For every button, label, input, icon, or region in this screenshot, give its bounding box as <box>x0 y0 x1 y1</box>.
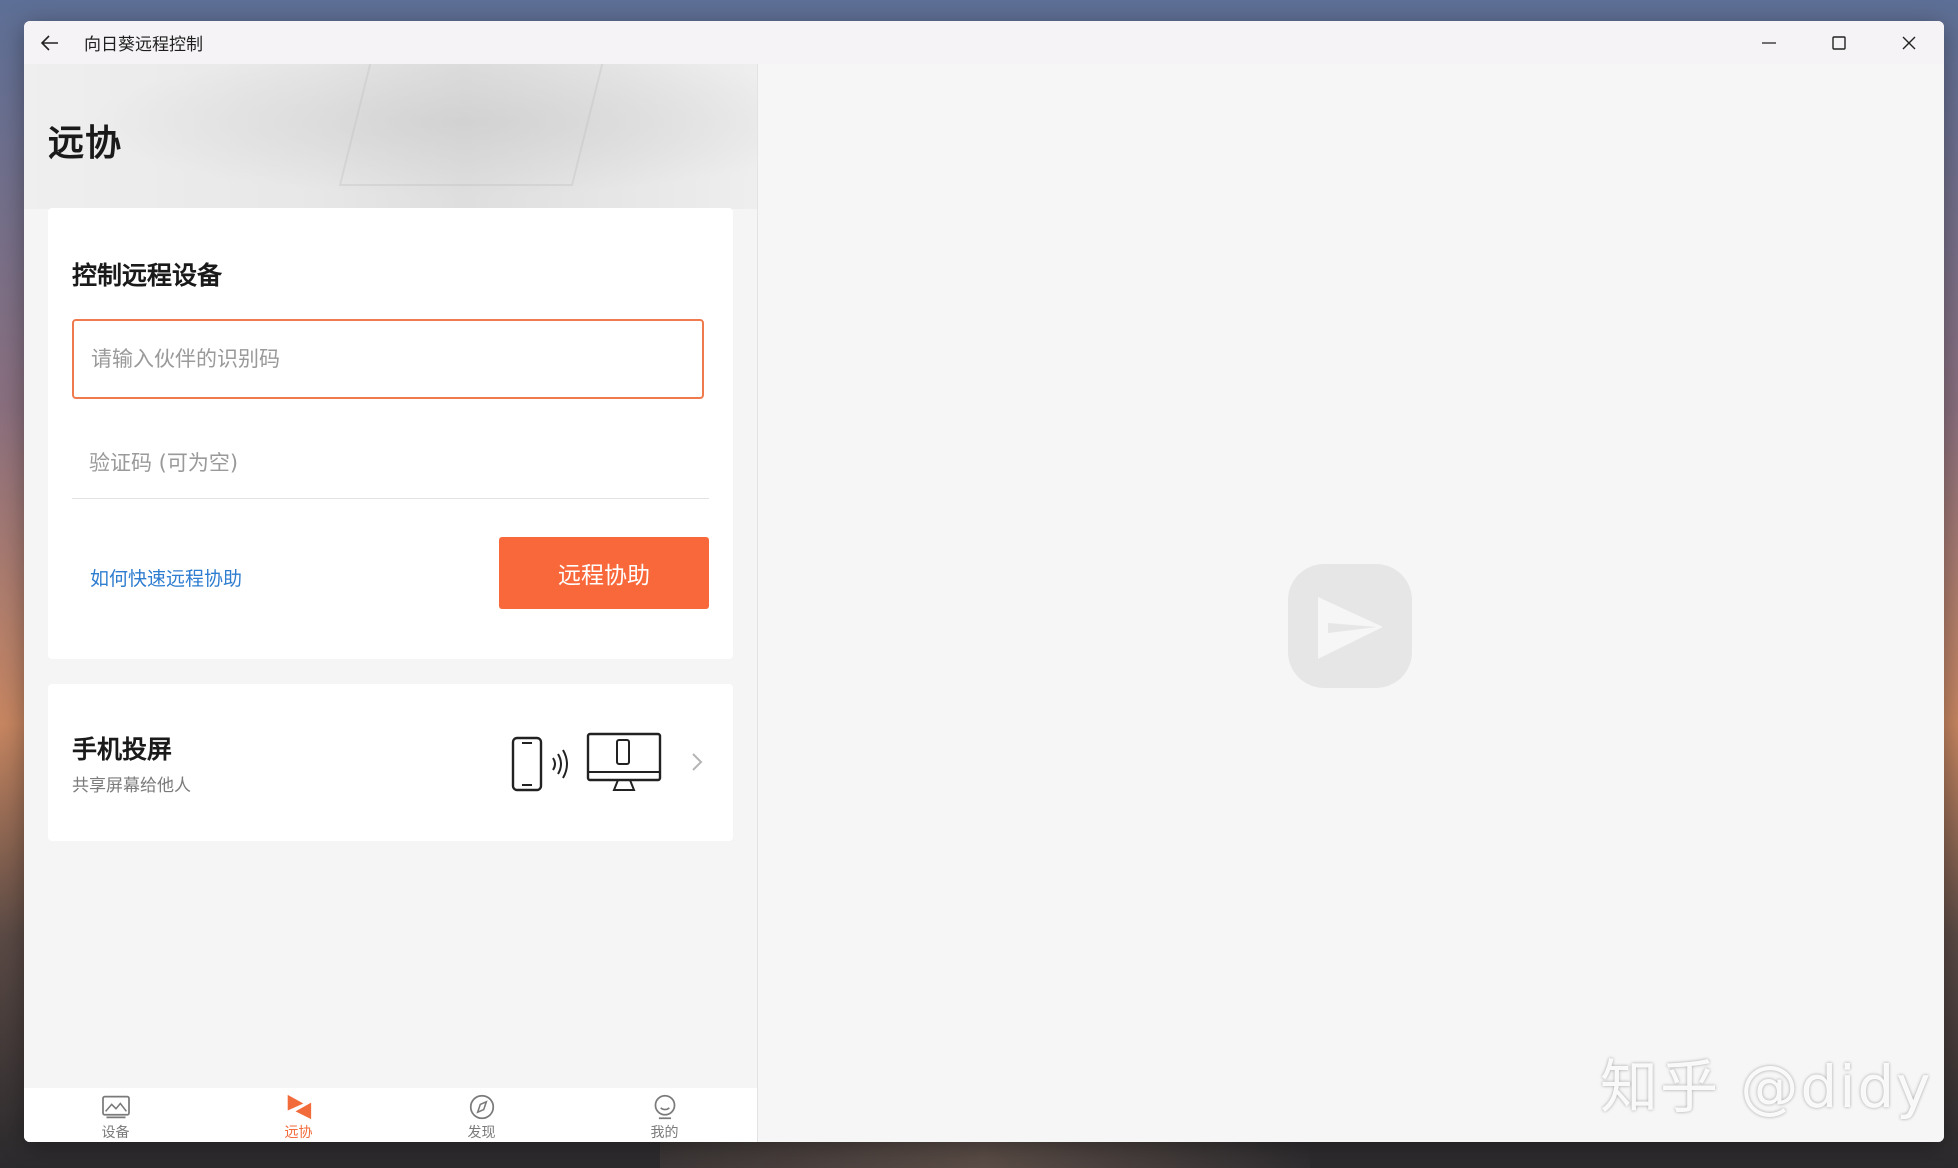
cast-subtitle: 共享屏幕给他人 <box>72 776 191 796</box>
compass-icon <box>469 1094 494 1120</box>
maximize-button[interactable] <box>1804 21 1874 64</box>
device-icon <box>101 1095 130 1119</box>
watermark: 知乎 @didy <box>1600 1053 1933 1121</box>
partner-id-input[interactable] <box>72 319 704 399</box>
sunlogin-logo-icon <box>1288 564 1412 688</box>
title-bar: 向日葵远程控制 <box>24 21 1944 64</box>
page-title: 远协 <box>48 123 123 164</box>
nav-label: 我的 <box>650 1125 679 1141</box>
card-title: 控制远程设备 <box>72 261 223 290</box>
remote-control-card: 控制远程设备 如何快速远程协助 远程协助 <box>48 208 733 659</box>
minimize-icon <box>1762 41 1776 44</box>
nav-label: 远协 <box>284 1125 313 1141</box>
nav-label: 设备 <box>101 1125 130 1141</box>
remote-assist-button[interactable]: 远程协助 <box>499 537 709 609</box>
nav-item-profile[interactable]: 我的 <box>573 1088 756 1142</box>
bottom-nav: 设备 远协 发现 我的 <box>24 1088 757 1142</box>
app-window: 向日葵远程控制 远协 控制远程设备 如何快速远程协助 远程协助 手机投屏 <box>24 21 1944 1142</box>
desktop-background <box>660 1142 1310 1168</box>
close-icon <box>1902 36 1916 49</box>
banner-decoration <box>338 64 604 186</box>
window-title: 向日葵远程控制 <box>84 35 203 55</box>
window-controls <box>1734 21 1944 64</box>
remote-assist-icon <box>287 1094 311 1120</box>
help-link[interactable]: 如何快速远程协助 <box>90 564 242 591</box>
minimize-button[interactable] <box>1734 21 1804 64</box>
header-banner <box>24 64 757 209</box>
maximize-icon <box>1832 35 1846 50</box>
nav-item-remote-assist[interactable]: 远协 <box>207 1088 390 1142</box>
right-panel <box>758 64 1944 1142</box>
close-button[interactable] <box>1874 21 1944 64</box>
chevron-right-icon <box>692 753 703 771</box>
nav-label: 发现 <box>467 1125 496 1141</box>
nav-item-discover[interactable]: 发现 <box>390 1088 573 1142</box>
verification-code-input[interactable] <box>72 428 709 499</box>
phone-to-monitor-icon <box>511 732 662 792</box>
left-panel: 远协 控制远程设备 如何快速远程协助 远程协助 手机投屏 共享屏幕给他人 <box>24 64 758 1142</box>
profile-icon <box>654 1094 675 1120</box>
cast-title: 手机投屏 <box>72 735 173 764</box>
screen-cast-card[interactable]: 手机投屏 共享屏幕给他人 <box>48 684 733 841</box>
nav-item-devices[interactable]: 设备 <box>24 1088 207 1142</box>
arrow-left-icon <box>40 34 58 51</box>
back-button[interactable] <box>38 31 62 55</box>
